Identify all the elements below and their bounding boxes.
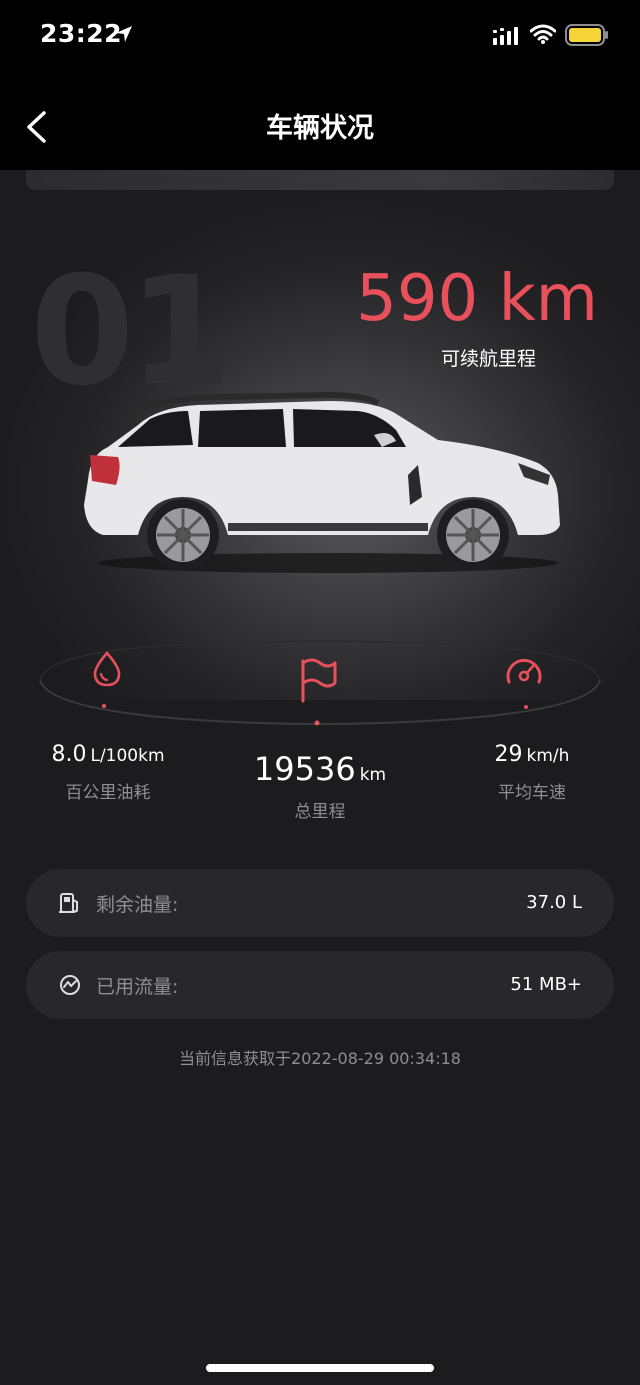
fuel-consumption-value: 8.0 (51, 742, 87, 767)
data-used-label: 已用流量: (96, 976, 179, 998)
total-mileage-unit: km (359, 765, 387, 785)
header-strip (26, 170, 614, 190)
status-bar: 23:22 (0, 0, 640, 70)
data-used-value: 51 MB+ (510, 974, 582, 995)
car-image (84, 391, 560, 573)
battery-icon (565, 24, 608, 46)
total-mileage-value: 19536 (253, 750, 356, 788)
total-mileage-stat: 19536 km (214, 750, 426, 788)
fuel-consumption-unit: L/100km (90, 746, 165, 766)
nav-bar: 车辆状况 (0, 70, 640, 170)
fuel-consumption-label: 百公里油耗 (65, 783, 151, 803)
range-value: 590 km (356, 262, 598, 336)
status-time: 23:22 (40, 19, 123, 48)
location-arrow-icon (116, 26, 132, 42)
speedometer-icon (506, 659, 542, 684)
average-speed-unit: km/h (526, 746, 570, 766)
fuel-remaining-row: 剩余油量: 37.0 L (26, 869, 614, 937)
drop-icon (93, 651, 121, 687)
data-usage-icon (60, 975, 80, 995)
total-mileage-label: 总里程 (294, 802, 346, 822)
average-speed-stat: 29 km/h (424, 742, 640, 767)
fuel-remaining-label: 剩余油量: (96, 894, 179, 916)
range-label: 可续航里程 (440, 348, 536, 370)
average-speed-value: 29 (494, 742, 523, 767)
data-used-row: 已用流量: 51 MB+ (26, 951, 614, 1019)
cellular-signal-icon (493, 27, 518, 45)
page-title: 车辆状况 (266, 113, 374, 144)
home-indicator[interactable] (206, 1364, 434, 1372)
average-speed-label: 平均车速 (498, 783, 566, 803)
wifi-icon (530, 24, 556, 44)
fuel-consumption-stat: 8.0 L/100km (0, 742, 216, 767)
fuel-remaining-value: 37.0 L (526, 892, 582, 913)
fuel-pump-icon (59, 893, 78, 913)
flag-icon (301, 658, 337, 703)
update-timestamp: 当前信息获取于2022-08-29 00:34:18 (179, 1049, 461, 1068)
